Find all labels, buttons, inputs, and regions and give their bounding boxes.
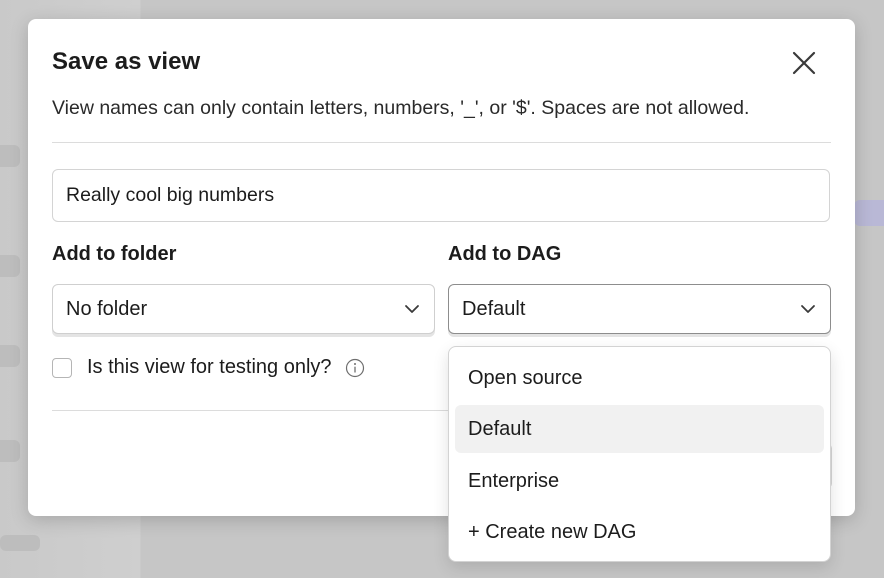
dag-label: Add to DAG [448,243,562,265]
chevron-down-icon [801,305,815,313]
testing-only-checkbox[interactable] [52,357,72,378]
close-button[interactable] [786,49,822,77]
folder-select[interactable]: No folder [52,284,435,334]
background-accent [854,200,884,226]
create-new-dag-option[interactable]: + Create new DAG [455,508,824,556]
background-element [0,535,40,551]
background-element [0,255,20,277]
folder-select-value: No folder [66,297,148,320]
background-element [0,440,20,462]
dag-select[interactable]: Default [448,284,831,334]
close-icon [792,51,816,75]
dag-option-open-source[interactable]: Open source [455,354,824,402]
view-name-input[interactable] [52,169,830,222]
divider [52,142,831,143]
dag-option-default[interactable]: Default [455,405,824,453]
background-element [0,345,20,367]
chevron-down-icon [405,305,419,313]
folder-label: Add to folder [52,243,177,265]
info-icon[interactable] [345,358,365,378]
background-element [0,145,20,167]
testing-only-row: Is this view for testing only? [52,356,365,379]
dialog-subtitle: View names can only contain letters, num… [52,97,750,119]
testing-only-label[interactable]: Is this view for testing only? [87,356,332,379]
footer-divider [52,410,452,411]
dag-select-value: Default [462,297,526,320]
dialog-title: Save as view [52,48,201,75]
dag-option-enterprise[interactable]: Enterprise [455,457,824,505]
dag-dropdown-menu: Open source Default Enterprise + Create … [448,346,831,562]
